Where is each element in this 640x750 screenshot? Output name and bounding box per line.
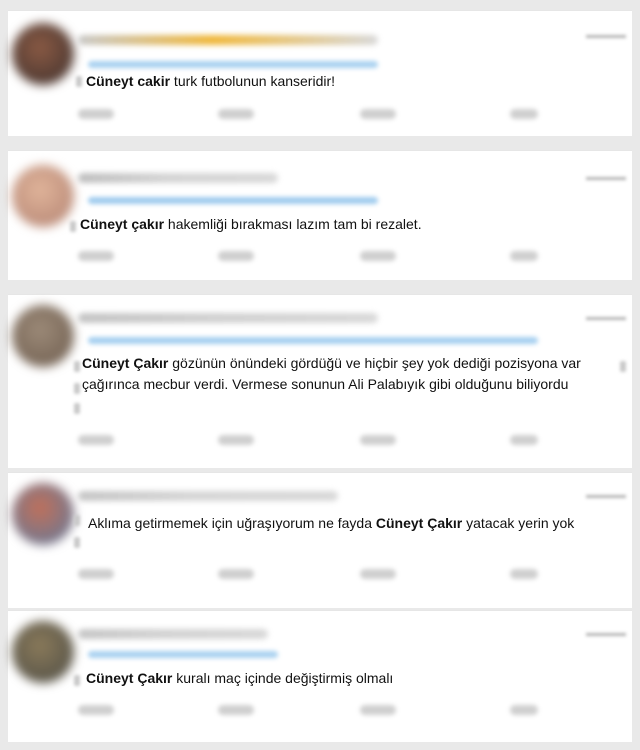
blurred-mark [74,383,80,394]
blurred-author-handle[interactable] [78,313,378,323]
highlighted-name: Cüneyt çakır [80,216,165,232]
like-icon[interactable] [360,569,396,579]
tweet-body: turk futbolunun kanseridir! [170,73,336,89]
tweet-actions [78,569,538,581]
highlighted-name: Cüneyt Çakır [82,355,169,371]
like-icon[interactable] [360,251,396,261]
share-icon[interactable] [510,569,538,579]
blurred-author-handle[interactable] [78,35,378,45]
blurred-reply-context [88,337,538,344]
tweet-text: Cüneyt çakır hakemliği bırakması lazım t… [80,214,620,235]
share-icon[interactable] [510,251,538,261]
reply-icon[interactable] [78,435,114,445]
tweet-card[interactable]: Cüneyt Çakır gözünün önündeki gördüğü ve… [8,294,632,468]
tweet-card[interactable]: Cüneyt çakır hakemliği bırakması lazım t… [8,150,632,280]
avatar[interactable] [12,165,74,227]
tweet-card[interactable]: Cüneyt cakir turk futbolunun kanseridir! [8,10,632,136]
share-icon[interactable] [510,705,538,715]
retweet-icon[interactable] [218,109,254,119]
like-icon[interactable] [360,109,396,119]
tweet-actions [78,251,538,263]
blurred-mark [74,675,80,686]
tweet-feed: Cüneyt cakir turk futbolunun kanseridir!… [0,0,640,750]
reply-icon[interactable] [78,109,114,119]
avatar[interactable] [12,621,74,683]
tweet-actions [78,705,538,717]
avatar[interactable] [12,23,74,85]
tweet-text: Cüneyt Çakır kuralı maç içinde değiştirm… [86,668,616,689]
tweet-body: hakemliği bırakması lazım tam bi rezalet… [164,216,422,232]
share-icon[interactable] [510,109,538,119]
blurred-reply-context [88,197,378,204]
tweet-actions [78,109,538,121]
like-icon[interactable] [360,435,396,445]
more-options-icon[interactable] [586,177,626,180]
highlighted-name: Cüneyt Çakır [86,670,173,686]
highlighted-name: Cüneyt Çakır [375,515,463,531]
tweet-body: yatacak yerin yok [462,515,575,531]
retweet-icon[interactable] [218,569,254,579]
tweet-body-prefix: Aklıma getirmemek için uğraşıyorum ne fa… [88,515,376,531]
tweet-text: Cüneyt Çakır gözünün önündeki gördüğü ve… [82,353,622,395]
reply-icon[interactable] [78,251,114,261]
blurred-author-handle[interactable] [78,173,278,183]
blurred-mark [70,221,76,232]
more-options-icon[interactable] [586,35,626,38]
blurred-mark [74,403,80,414]
avatar[interactable] [12,305,74,367]
tweet-card[interactable]: Cüneyt Çakır kuralı maç içinde değiştirm… [8,610,632,742]
blurred-reply-context [88,651,278,658]
blurred-mark [74,515,80,526]
retweet-icon[interactable] [218,435,254,445]
blurred-reply-context [88,61,378,68]
tweet-body: kuralı maç içinde değiştirmiş olmalı [172,670,394,686]
tweet-text: Cüneyt cakir turk futbolunun kanseridir! [86,71,606,92]
blurred-mark [76,76,82,87]
blurred-mark [74,361,80,372]
retweet-icon[interactable] [218,251,254,261]
tweet-card[interactable]: Aklıma getirmemek için uğraşıyorum ne fa… [8,472,632,608]
tweet-actions [78,435,538,447]
share-icon[interactable] [510,435,538,445]
like-icon[interactable] [360,705,396,715]
retweet-icon[interactable] [218,705,254,715]
reply-icon[interactable] [78,569,114,579]
blurred-mark [74,537,80,548]
reply-icon[interactable] [78,705,114,715]
highlighted-name: Cüneyt cakir [86,73,171,89]
more-options-icon[interactable] [586,633,626,636]
blurred-author-handle[interactable] [78,491,338,501]
blurred-author-handle[interactable] [78,629,268,639]
more-options-icon[interactable] [586,495,626,498]
tweet-text: Aklıma getirmemek için uğraşıyorum ne fa… [88,513,618,534]
avatar[interactable] [12,483,74,545]
more-options-icon[interactable] [586,317,626,320]
